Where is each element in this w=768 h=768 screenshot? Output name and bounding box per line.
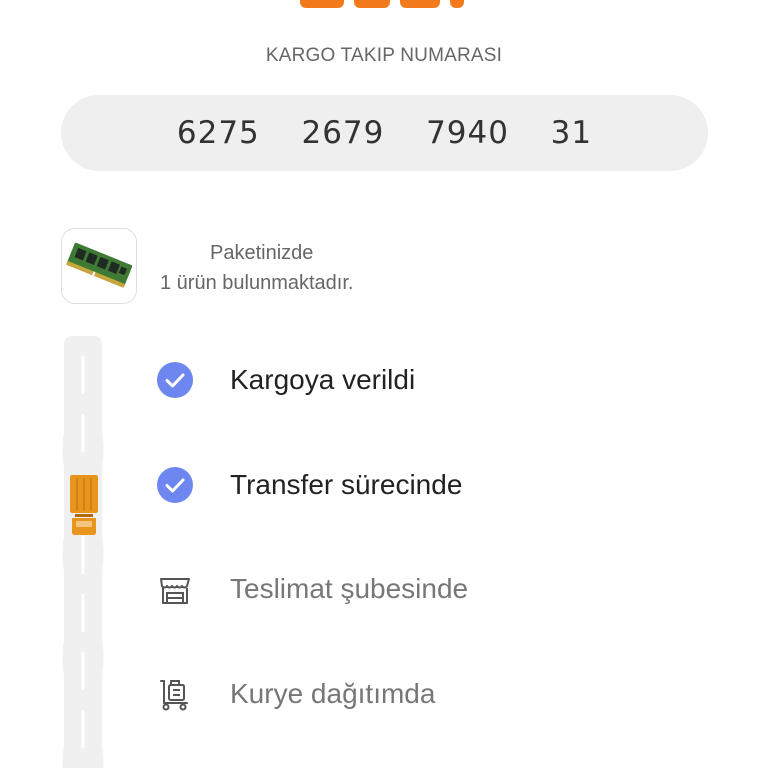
check-circle-icon <box>157 362 193 398</box>
timeline-step-kargoya-verildi: Kargoya verildi <box>0 350 768 410</box>
package-info-line1: Paketinizde <box>210 242 314 264</box>
courier-dolly-icon <box>160 680 188 711</box>
package-info: Paketinizde 1 ürün bulunmaktadır. <box>160 238 420 298</box>
check-circle-icon <box>157 467 193 503</box>
ram-module-image <box>62 229 136 303</box>
package-item-count: 1 ürün bulunmaktadır. <box>160 272 354 294</box>
tracking-number[interactable]: 6275 2679 7940 31 <box>177 115 592 151</box>
brand-logo <box>300 0 470 8</box>
timeline-step-label: Kargoya verildi <box>230 364 416 395</box>
store-icon <box>160 578 190 604</box>
timeline-step-label: Kurye dağıtımda <box>230 678 436 709</box>
timeline-step-label: Teslimat şubesinde <box>230 573 469 604</box>
tracking-number-label: KARGO TAKIP NUMARASI <box>265 45 503 66</box>
shipment-tracking-page: KARGO TAKIP NUMARASI 6275 2679 7940 31 P… <box>0 0 768 768</box>
tracking-number-field[interactable]: 6275 2679 7940 31 <box>61 95 708 171</box>
timeline-step-teslimat-subesinde: Teslimat şubesinde <box>0 559 768 619</box>
timeline-step-transfer-surecinde: Transfer sürecinde <box>0 455 768 515</box>
product-thumbnail[interactable] <box>61 228 137 304</box>
timeline-step-label: Transfer sürecinde <box>230 469 463 500</box>
timeline-step-kurye-dagitimda: Kurye dağıtımda <box>0 664 768 724</box>
